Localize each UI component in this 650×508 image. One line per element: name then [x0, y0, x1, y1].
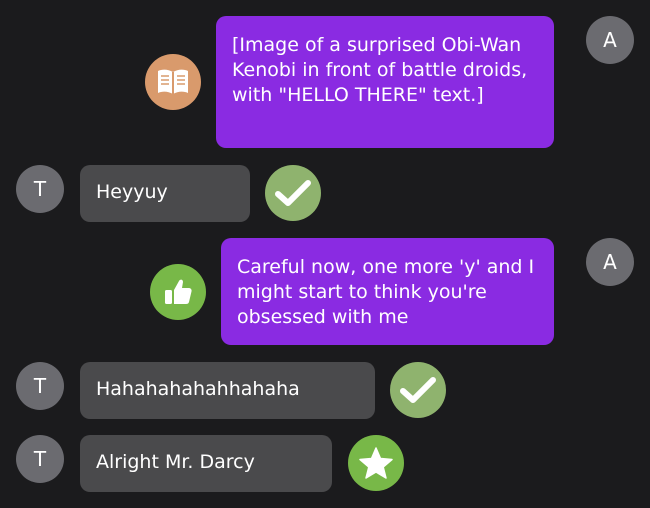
message-text: Alright Mr. Darcy: [96, 451, 255, 473]
reaction-open-book[interactable]: [145, 54, 201, 110]
avatar[interactable]: A: [586, 238, 634, 286]
message-bubble-incoming[interactable]: Heyyuy: [80, 165, 250, 222]
avatar-initial: T: [33, 447, 47, 471]
reaction-star[interactable]: [348, 435, 404, 491]
message-text: Hahahahahahhahaha: [96, 378, 300, 400]
chat-thread: [Image of a surprised Obi-Wan Kenobi in …: [0, 0, 650, 508]
avatar-initial: A: [603, 28, 617, 52]
reaction-check[interactable]: [265, 165, 321, 221]
message-bubble-incoming[interactable]: Hahahahahahhahaha: [80, 362, 375, 419]
avatar[interactable]: T: [16, 165, 64, 213]
message-text: [Image of a surprised Obi-Wan Kenobi in …: [232, 34, 528, 106]
message-bubble-outgoing[interactable]: Careful now, one more 'y' and I might st…: [221, 238, 554, 345]
avatar[interactable]: T: [16, 435, 64, 483]
message-text: Heyyuy: [96, 181, 168, 203]
star-icon: [359, 447, 393, 479]
reaction-thumbs-up[interactable]: [150, 264, 206, 320]
avatar-initial: T: [33, 177, 47, 201]
message-text: Careful now, one more 'y' and I might st…: [237, 256, 535, 328]
avatar-initial: T: [33, 374, 47, 398]
message-bubble-outgoing[interactable]: [Image of a surprised Obi-Wan Kenobi in …: [216, 16, 554, 148]
open-book-icon: [158, 69, 188, 94]
avatar-initial: A: [603, 250, 617, 274]
avatar[interactable]: A: [586, 16, 634, 64]
reaction-check[interactable]: [390, 362, 446, 418]
message-bubble-incoming[interactable]: Alright Mr. Darcy: [80, 435, 332, 492]
check-icon: [400, 377, 436, 403]
avatar[interactable]: T: [16, 362, 64, 410]
thumbs-up-icon: [165, 279, 192, 304]
check-icon: [275, 180, 311, 206]
